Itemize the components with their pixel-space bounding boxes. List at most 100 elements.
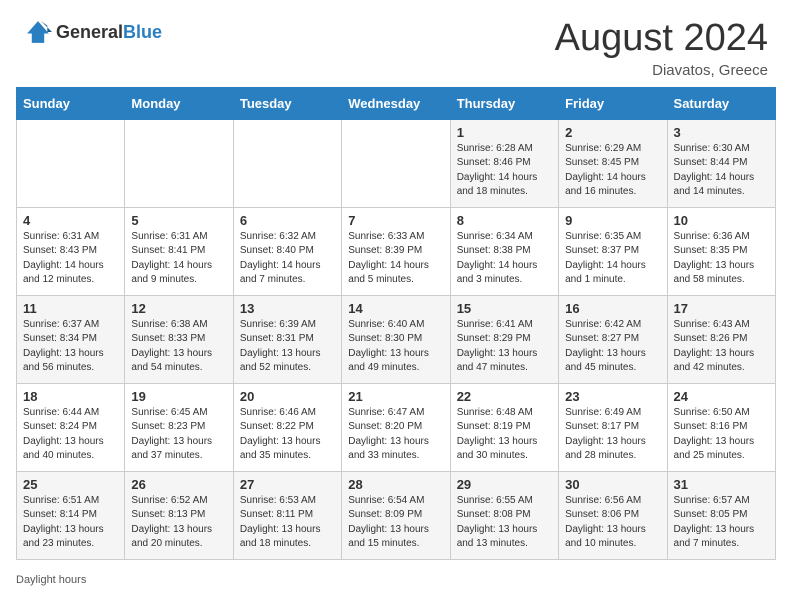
day-info: Sunrise: 6:49 AM Sunset: 8:17 PM Dayligh…	[565, 406, 660, 464]
calendar-cell: 20Sunrise: 6:46 AM Sunset: 8:22 PM Dayli…	[233, 383, 341, 471]
day-number: 18	[23, 389, 118, 404]
day-of-week-header: Sunday	[17, 87, 125, 119]
calendar-cell: 6 Sunrise: 6:32 AM Sunset: 8:40 PM Daylig…	[233, 207, 341, 295]
day-number: 9	[565, 213, 660, 228]
calendar-week-row: 4 Sunrise: 6:31 AM Sunset: 8:43 PM Daylig…	[17, 207, 776, 295]
day-of-week-header: Tuesday	[233, 87, 341, 119]
calendar-cell: 3 Sunrise: 6:30 AM Sunset: 8:44 PM Daylig…	[667, 119, 775, 207]
day-number: 16	[565, 301, 660, 316]
day-number: 15	[457, 301, 552, 316]
day-info: Sunrise: 6:50 AM Sunset: 8:16 PM Dayligh…	[674, 406, 769, 464]
day-info: Sunrise: 6:52 AM Sunset: 8:13 PM Dayligh…	[131, 494, 226, 552]
day-info: Sunrise: 6:44 AM Sunset: 8:24 PM Dayligh…	[23, 406, 118, 464]
day-number: 12	[131, 301, 226, 316]
calendar-cell: 19Sunrise: 6:45 AM Sunset: 8:23 PM Dayli…	[125, 383, 233, 471]
day-number: 20	[240, 389, 335, 404]
day-number: 21	[348, 389, 443, 404]
day-number: 7	[348, 213, 443, 228]
calendar-cell: 1Sunrise: 6:28 AM Sunset: 8:46 PM Daylig…	[450, 119, 558, 207]
day-of-week-header: Wednesday	[342, 87, 450, 119]
day-info: Sunrise: 6:54 AM Sunset: 8:09 PM Dayligh…	[348, 494, 443, 552]
day-number: 14	[348, 301, 443, 316]
day-info: Sunrise: 6:31 AM Sunset: 8:41 PM Dayligh…	[131, 230, 226, 288]
calendar-cell: 7 Sunrise: 6:33 AM Sunset: 8:39 PM Daylig…	[342, 207, 450, 295]
logo-text: GeneralBlue	[56, 22, 162, 43]
calendar-cell: 30Sunrise: 6:56 AM Sunset: 8:06 PM Dayli…	[559, 471, 667, 559]
day-info: Sunrise: 6:43 AM Sunset: 8:26 PM Dayligh…	[674, 318, 769, 376]
day-number: 3	[674, 125, 769, 140]
day-info: Sunrise: 6:42 AM Sunset: 8:27 PM Dayligh…	[565, 318, 660, 376]
calendar-cell: 8 Sunrise: 6:34 AM Sunset: 8:38 PM Daylig…	[450, 207, 558, 295]
calendar-cell	[342, 119, 450, 207]
logo-general: General	[56, 22, 123, 42]
calendar-cell: 13 Sunrise: 6:39 AM Sunset: 8:31 PM Dayli…	[233, 295, 341, 383]
calendar-header-row: SundayMondayTuesdayWednesdayThursdayFrid…	[17, 87, 776, 119]
daylight-label: Daylight hours	[16, 574, 86, 586]
calendar-cell: 17 Sunrise: 6:43 AM Sunset: 8:26 PM Dayli…	[667, 295, 775, 383]
day-info: Sunrise: 6:39 AM Sunset: 8:31 PM Dayligh…	[240, 318, 335, 376]
day-info: Sunrise: 6:32 AM Sunset: 8:40 PM Dayligh…	[240, 230, 335, 288]
logo-blue: Blue	[123, 22, 162, 42]
calendar-cell: 4 Sunrise: 6:31 AM Sunset: 8:43 PM Daylig…	[17, 207, 125, 295]
day-number: 2	[565, 125, 660, 140]
day-number: 23	[565, 389, 660, 404]
day-info: Sunrise: 6:30 AM Sunset: 8:44 PM Dayligh…	[674, 142, 769, 200]
calendar-week-row: 11Sunrise: 6:37 AM Sunset: 8:34 PM Dayli…	[17, 295, 776, 383]
calendar-cell: 11Sunrise: 6:37 AM Sunset: 8:34 PM Dayli…	[17, 295, 125, 383]
day-number: 24	[674, 389, 769, 404]
calendar-week-row: 25Sunrise: 6:51 AM Sunset: 8:14 PM Dayli…	[17, 471, 776, 559]
day-number: 1	[457, 125, 552, 140]
day-info: Sunrise: 6:41 AM Sunset: 8:29 PM Dayligh…	[457, 318, 552, 376]
day-info: Sunrise: 6:53 AM Sunset: 8:11 PM Dayligh…	[240, 494, 335, 552]
day-info: Sunrise: 6:55 AM Sunset: 8:08 PM Dayligh…	[457, 494, 552, 552]
calendar-cell: 10Sunrise: 6:36 AM Sunset: 8:35 PM Dayli…	[667, 207, 775, 295]
calendar-cell: 25Sunrise: 6:51 AM Sunset: 8:14 PM Dayli…	[17, 471, 125, 559]
calendar-wrapper: SundayMondayTuesdayWednesdayThursdayFrid…	[0, 87, 792, 570]
day-info: Sunrise: 6:34 AM Sunset: 8:38 PM Dayligh…	[457, 230, 552, 288]
day-of-week-header: Monday	[125, 87, 233, 119]
day-info: Sunrise: 6:40 AM Sunset: 8:30 PM Dayligh…	[348, 318, 443, 376]
day-number: 22	[457, 389, 552, 404]
calendar-week-row: 18 Sunrise: 6:44 AM Sunset: 8:24 PM Dayli…	[17, 383, 776, 471]
calendar-cell: 5Sunrise: 6:31 AM Sunset: 8:41 PM Daylig…	[125, 207, 233, 295]
calendar-cell: 31Sunrise: 6:57 AM Sunset: 8:05 PM Dayli…	[667, 471, 775, 559]
calendar-cell: 9Sunrise: 6:35 AM Sunset: 8:37 PM Daylig…	[559, 207, 667, 295]
day-of-week-header: Friday	[559, 87, 667, 119]
day-info: Sunrise: 6:37 AM Sunset: 8:34 PM Dayligh…	[23, 318, 118, 376]
day-info: Sunrise: 6:47 AM Sunset: 8:20 PM Dayligh…	[348, 406, 443, 464]
day-info: Sunrise: 6:57 AM Sunset: 8:05 PM Dayligh…	[674, 494, 769, 552]
calendar-cell: 18 Sunrise: 6:44 AM Sunset: 8:24 PM Dayli…	[17, 383, 125, 471]
day-number: 8	[457, 213, 552, 228]
calendar-week-row: 1Sunrise: 6:28 AM Sunset: 8:46 PM Daylig…	[17, 119, 776, 207]
calendar-cell: 29Sunrise: 6:55 AM Sunset: 8:08 PM Dayli…	[450, 471, 558, 559]
day-number: 30	[565, 477, 660, 492]
calendar-cell	[233, 119, 341, 207]
calendar-cell: 27 Sunrise: 6:53 AM Sunset: 8:11 PM Dayli…	[233, 471, 341, 559]
calendar-cell: 16 Sunrise: 6:42 AM Sunset: 8:27 PM Dayli…	[559, 295, 667, 383]
page-header: GeneralBlue August 2024 Diavatos, Greece	[0, 0, 792, 87]
day-info: Sunrise: 6:31 AM Sunset: 8:43 PM Dayligh…	[23, 230, 118, 288]
day-number: 26	[131, 477, 226, 492]
day-number: 13	[240, 301, 335, 316]
calendar-cell: 24 Sunrise: 6:50 AM Sunset: 8:16 PM Dayli…	[667, 383, 775, 471]
day-of-week-header: Thursday	[450, 87, 558, 119]
calendar-footer: Daylight hours	[0, 570, 792, 592]
location-subtitle: Diavatos, Greece	[555, 62, 768, 79]
calendar-cell	[17, 119, 125, 207]
calendar-cell	[125, 119, 233, 207]
calendar-cell: 22 Sunrise: 6:48 AM Sunset: 8:19 PM Dayli…	[450, 383, 558, 471]
day-number: 27	[240, 477, 335, 492]
day-number: 6	[240, 213, 335, 228]
title-block: August 2024 Diavatos, Greece	[555, 18, 768, 79]
day-info: Sunrise: 6:45 AM Sunset: 8:23 PM Dayligh…	[131, 406, 226, 464]
day-number: 10	[674, 213, 769, 228]
day-info: Sunrise: 6:33 AM Sunset: 8:39 PM Dayligh…	[348, 230, 443, 288]
day-number: 4	[23, 213, 118, 228]
day-info: Sunrise: 6:38 AM Sunset: 8:33 PM Dayligh…	[131, 318, 226, 376]
calendar-cell: 23 Sunrise: 6:49 AM Sunset: 8:17 PM Dayli…	[559, 383, 667, 471]
calendar-cell: 14 Sunrise: 6:40 AM Sunset: 8:30 PM Dayli…	[342, 295, 450, 383]
calendar-cell: 21 Sunrise: 6:47 AM Sunset: 8:20 PM Dayli…	[342, 383, 450, 471]
day-number: 17	[674, 301, 769, 316]
day-info: Sunrise: 6:48 AM Sunset: 8:19 PM Dayligh…	[457, 406, 552, 464]
calendar-cell: 28Sunrise: 6:54 AM Sunset: 8:09 PM Dayli…	[342, 471, 450, 559]
